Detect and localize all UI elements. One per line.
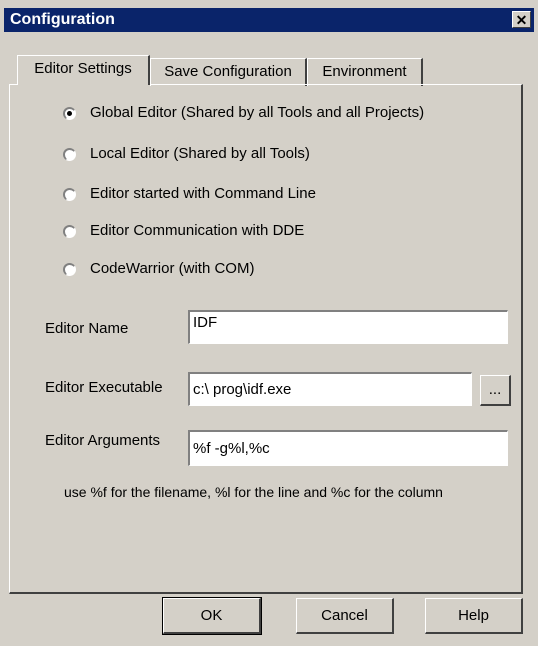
tab-editor-settings[interactable]: Editor Settings: [17, 55, 150, 85]
title-bar[interactable]: Configuration ✕: [4, 8, 534, 32]
tab-environment-label: Environment: [322, 63, 407, 80]
tab-save-configuration[interactable]: Save Configuration: [150, 58, 307, 86]
tab-editor-settings-label: Editor Settings: [34, 60, 132, 77]
help-button[interactable]: Help: [425, 598, 523, 634]
window-title: Configuration: [10, 11, 115, 28]
cancel-button[interactable]: Cancel: [296, 598, 394, 634]
close-button[interactable]: ✕: [512, 11, 531, 28]
close-icon: ✕: [515, 12, 528, 28]
ok-button[interactable]: OK: [162, 597, 262, 635]
editor-settings-panel: [9, 84, 523, 594]
tab-environment[interactable]: Environment: [307, 58, 423, 86]
configuration-dialog: Configuration ✕ Editor Settings Save Con…: [0, 0, 538, 646]
tab-save-configuration-label: Save Configuration: [164, 63, 292, 80]
